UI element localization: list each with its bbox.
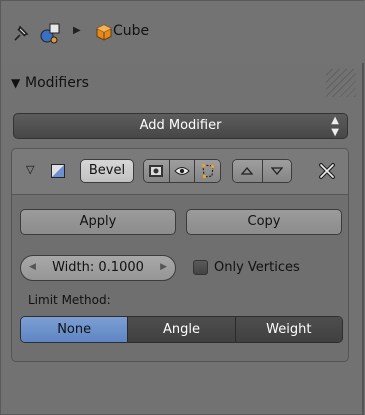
editmode-toggle[interactable] [195, 160, 220, 182]
scene-icon[interactable] [39, 21, 63, 45]
increment-arrow-icon[interactable]: ▶ [160, 262, 167, 272]
properties-panel: ▶ Cube ▼ Modifiers Add Modifier ▲ ▼ ▽ Bev… [0, 0, 364, 415]
breadcrumb-object-label: Cube [113, 23, 150, 39]
limit-method-none[interactable]: None [21, 317, 129, 342]
add-modifier-label: Add Modifier [139, 118, 222, 133]
limit-method-selector: None Angle Weight [20, 316, 343, 343]
modifier-visibility-toggles [143, 159, 221, 183]
pin-icon[interactable] [11, 23, 31, 43]
panel-title: Modifiers [25, 75, 89, 91]
close-icon[interactable] [317, 161, 337, 181]
only-vertices-checkbox[interactable] [193, 260, 208, 275]
context-header: ▶ Cube [1, 1, 364, 63]
modifier-order-buttons [232, 159, 292, 183]
modifier-header: ▽ Bevel [12, 149, 348, 195]
cube-icon [96, 24, 112, 41]
modifier-collapse-icon[interactable]: ▽ [26, 163, 34, 176]
dropdown-updown-icon: ▲ ▼ [331, 115, 339, 138]
limit-method-angle[interactable]: Angle [128, 317, 236, 342]
breadcrumb-arrow-icon: ▶ [73, 25, 81, 36]
collapse-triangle-icon[interactable]: ▼ [11, 76, 20, 90]
modifier-type-icon [50, 163, 66, 179]
limit-method-weight[interactable]: Weight [235, 317, 342, 342]
width-number-field[interactable]: ◀ Width: 0.1000 ▶ [20, 255, 176, 281]
move-down-button[interactable] [262, 160, 291, 182]
apply-button[interactable]: Apply [20, 209, 176, 235]
render-toggle[interactable] [144, 160, 170, 182]
add-modifier-button[interactable]: Add Modifier ▲ ▼ [13, 113, 348, 139]
modifiers-panel-header[interactable]: ▼ Modifiers [1, 67, 364, 101]
width-value: Width: 0.1000 [52, 260, 144, 275]
move-up-button[interactable] [233, 160, 263, 182]
bevel-modifier-box: ▽ Bevel Apply Copy ◀ Width: 0.1000 ▶ Onl… [11, 148, 349, 362]
copy-button[interactable]: Copy [186, 209, 342, 235]
modifier-name-field[interactable]: Bevel [80, 159, 134, 183]
limit-method-label: Limit Method: [28, 293, 111, 307]
viewport-toggle[interactable] [169, 160, 196, 182]
panel-drag-grip[interactable] [326, 69, 356, 97]
only-vertices-label: Only Vertices [214, 260, 300, 275]
